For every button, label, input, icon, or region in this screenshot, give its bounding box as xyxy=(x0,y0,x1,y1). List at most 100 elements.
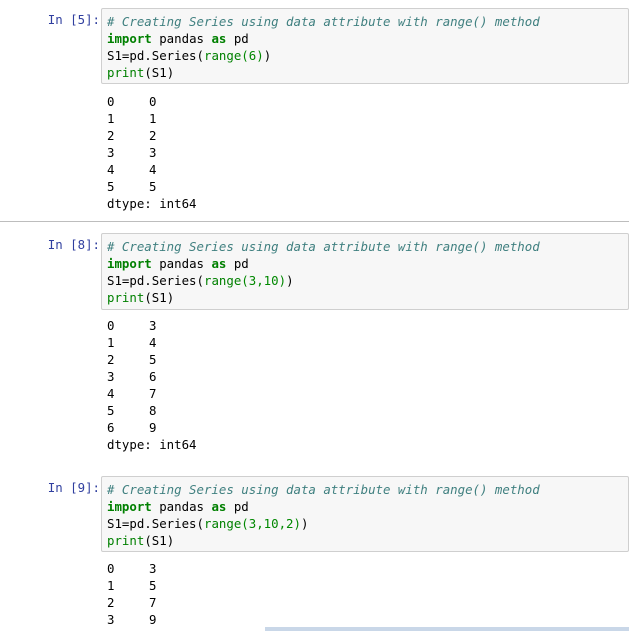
series-value: 3 xyxy=(149,318,157,333)
keyword: import xyxy=(107,256,152,271)
series-value: 9 xyxy=(149,420,157,435)
keyword: import xyxy=(107,31,152,46)
builtin: print xyxy=(107,533,145,548)
dtype-line: dtype: int64 xyxy=(107,437,197,452)
code-line: print(S1) xyxy=(107,532,623,549)
code-line: import pandas as pd xyxy=(107,498,623,515)
module-name: pandas xyxy=(151,31,212,46)
series-value: 5 xyxy=(149,352,157,367)
code-line: print(S1) xyxy=(107,64,623,81)
dtype-line: dtype: int64 xyxy=(107,196,197,211)
module-name: pandas xyxy=(151,499,212,514)
cell-output: 00 11 22 33 44 55 dtype: int64 xyxy=(107,93,197,212)
code-comment: # Creating Series using data attribute w… xyxy=(107,14,540,29)
code-args: (3,10,2) xyxy=(241,516,301,531)
code-line: import pandas as pd xyxy=(107,30,623,47)
output-row: 55 xyxy=(107,178,197,195)
code-text: ) xyxy=(286,273,294,288)
code-args: (S1) xyxy=(144,290,175,305)
code-args: (S1) xyxy=(144,533,175,548)
series-value: 9 xyxy=(149,612,157,627)
series-index: 2 xyxy=(107,352,115,367)
cell-separator xyxy=(0,221,629,222)
series-value: 3 xyxy=(149,145,157,160)
horizontal-scrollbar[interactable] xyxy=(265,627,629,631)
code-text: ) xyxy=(300,516,309,531)
series-index: 3 xyxy=(107,369,115,384)
output-row: 22 xyxy=(107,127,197,144)
series-value: 7 xyxy=(149,386,157,401)
alias: pd xyxy=(226,31,249,46)
series-index: 1 xyxy=(107,335,115,350)
builtin: print xyxy=(107,290,145,305)
series-value: 1 xyxy=(149,111,157,126)
cell-output: 03 14 25 36 47 58 69 dtype: int64 xyxy=(107,317,197,453)
code-text: S1=pd.Series( xyxy=(107,48,204,63)
series-value: 0 xyxy=(149,94,157,109)
output-row: 47 xyxy=(107,385,197,402)
code-line: import pandas as pd xyxy=(107,255,623,272)
series-index: 3 xyxy=(107,145,115,160)
series-index: 5 xyxy=(107,403,115,418)
series-value: 5 xyxy=(149,578,157,593)
output-row: 15 xyxy=(107,577,156,594)
output-row: 03 xyxy=(107,560,156,577)
keyword: as xyxy=(211,499,227,514)
code-comment: # Creating Series using data attribute w… xyxy=(107,239,540,254)
code-line: print(S1) xyxy=(107,289,623,306)
output-row: 00 xyxy=(107,93,197,110)
output-row: 36 xyxy=(107,368,197,385)
input-prompt: In [9]: xyxy=(47,480,100,495)
builtin: range xyxy=(203,273,242,288)
output-row: 11 xyxy=(107,110,197,127)
code-line: S1=pd.Series(range(3,10)) xyxy=(107,272,623,289)
output-row: 14 xyxy=(107,334,197,351)
alias: pd xyxy=(226,499,249,514)
series-value: 5 xyxy=(149,179,157,194)
output-row: 33 xyxy=(107,144,197,161)
code-line: # Creating Series using data attribute w… xyxy=(107,13,623,30)
series-index: 4 xyxy=(107,162,115,177)
series-value: 7 xyxy=(149,595,157,610)
code-input[interactable]: # Creating Series using data attribute w… xyxy=(101,476,629,552)
output-row: 69 xyxy=(107,419,197,436)
output-row: 25 xyxy=(107,351,197,368)
code-line: # Creating Series using data attribute w… xyxy=(107,481,623,498)
alias: pd xyxy=(226,256,249,271)
series-index: 1 xyxy=(107,111,115,126)
series-index: 4 xyxy=(107,386,115,401)
series-index: 3 xyxy=(107,612,115,627)
series-index: 2 xyxy=(107,595,115,610)
code-input[interactable]: # Creating Series using data attribute w… xyxy=(101,233,629,310)
output-row: 58 xyxy=(107,402,197,419)
keyword: import xyxy=(107,499,152,514)
series-value: 8 xyxy=(149,403,157,418)
series-index: 5 xyxy=(107,179,115,194)
series-index: 0 xyxy=(107,561,115,576)
code-args: (S1) xyxy=(144,65,175,80)
output-row: 44 xyxy=(107,161,197,178)
keyword: as xyxy=(211,31,227,46)
series-index: 1 xyxy=(107,578,115,593)
builtin: range xyxy=(203,48,242,63)
series-value: 4 xyxy=(149,335,157,350)
series-value: 4 xyxy=(149,162,157,177)
builtin: range xyxy=(203,516,242,531)
input-prompt: In [5]: xyxy=(47,12,100,27)
code-line: S1=pd.Series(range(3,10,2)) xyxy=(107,515,623,532)
output-row: 27 xyxy=(107,594,156,611)
series-index: 6 xyxy=(107,420,115,435)
module-name: pandas xyxy=(151,256,212,271)
builtin: print xyxy=(107,65,145,80)
code-text: S1=pd.Series( xyxy=(107,516,204,531)
series-value: 3 xyxy=(149,561,157,576)
series-index: 0 xyxy=(107,94,115,109)
output-row: 39 xyxy=(107,611,156,628)
series-value: 2 xyxy=(149,128,157,143)
code-text: ) xyxy=(263,48,272,63)
series-index: 0 xyxy=(107,318,115,333)
series-index: 2 xyxy=(107,128,115,143)
code-input[interactable]: # Creating Series using data attribute w… xyxy=(101,8,629,84)
keyword: as xyxy=(211,256,227,271)
input-prompt: In [8]: xyxy=(47,237,100,252)
